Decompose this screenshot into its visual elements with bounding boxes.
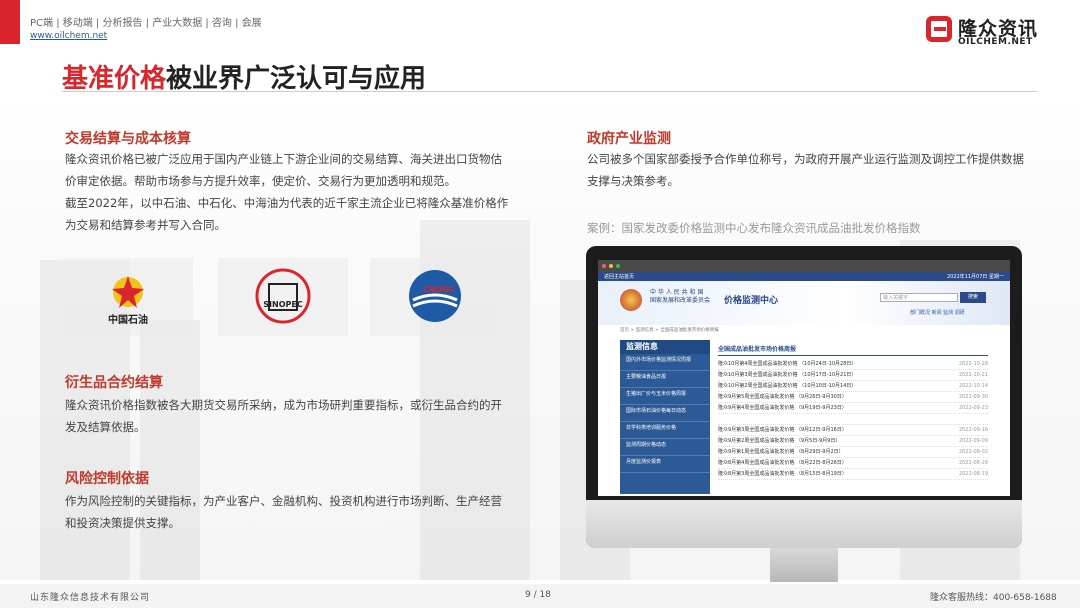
site-breadcrumb: 首页 > 监测信息 > 全国成品油批发市场价格周报 <box>620 328 719 333</box>
top-nav[interactable]: PC端 | 移动端 | 分析报告 | 产业大数据 | 咨询 | 会展 <box>30 14 262 29</box>
list-item-title: 隆众10月第4周全国成品油批发价格 （10月24日-10月28日） <box>718 361 857 367</box>
list-item <box>718 414 988 425</box>
petrochina-logo-card: 中国石油 <box>63 258 193 336</box>
list-item[interactable]: 隆众8月第4周全国成品油批发价格 （8月22日-8月26日） 2022-08-26 <box>718 458 988 469</box>
footer-company: 山东隆众信息技术有限公司 <box>30 593 151 603</box>
list-item[interactable]: 隆众10月第4周全国成品油批发价格 （10月24日-10月28日） 2022-10… <box>718 359 988 370</box>
monitor-stand <box>770 548 838 582</box>
list-item-title: 隆众9月第2周全国成品油批发价格 （9月5日-9月9日） <box>718 438 841 444</box>
subbar-home-link[interactable]: 返回主站首页 <box>604 273 634 280</box>
list-item-title: 隆众9月第1周全国成品油批发价格 （8月29日-9月2日） <box>718 449 844 455</box>
list-item-date: 2022-10-21 <box>958 372 988 378</box>
list-item[interactable]: 隆众9月第5周全国成品油批发价格 （9月26日-9月30日） 2022-09-30 <box>718 392 988 403</box>
sinopec-icon: SINOPEC <box>255 268 311 324</box>
monitor-screen: 返回主站首页 2022年11月07日 星期一 中 华 人 民 共 和 国国家发展… <box>598 260 1010 496</box>
list-item-date: 2022-10-28 <box>958 361 988 367</box>
side-menu-item[interactable]: 非学科类培训服务价格 <box>620 422 710 439</box>
sinopec-logo-card: SINOPEC <box>218 258 348 336</box>
footer-page-number: 9 / 18 <box>525 590 551 600</box>
risk-paragraph: 作为风险控制的关键指标，为产业客户、金融机构、投资机构进行市场判断、生产经营和投… <box>65 494 502 530</box>
site-title-line-1: 中 华 人 民 共 和 国 <box>650 289 704 296</box>
list-item-title: 隆众9月第3周全国成品油批发价格 （9月12日-9月16日） <box>718 427 847 433</box>
red-corner-accent <box>0 0 20 44</box>
list-item[interactable]: 隆众9月第3周全国成品油批发价格 （9月12日-9月16日） 2022-09-16 <box>718 425 988 436</box>
government-paragraph: 公司被多个国家部委授予合作单位称号，为政府开展产业运行监测及调控工作提供数据支撑… <box>587 152 1024 188</box>
price-report-list-header: 全国成品油批发市场价格周报 <box>718 344 988 356</box>
close-dot-icon[interactable] <box>602 264 606 268</box>
list-item-title: 隆众9月第4周全国成品油批发价格 （9月19日-9月23日） <box>718 405 847 411</box>
site-search-button[interactable]: 搜索 <box>960 292 986 303</box>
list-item-title: 隆众9月第5周全国成品油批发价格 （9月26日-9月30日） <box>718 394 847 400</box>
list-item-date: 2022-08-26 <box>958 460 988 466</box>
sinopec-name: SINOPEC <box>263 300 303 309</box>
section-heading-government: 政府产业监测 <box>587 131 671 147</box>
site-title-main: 价格监测中心 <box>724 296 779 306</box>
maximize-dot-icon[interactable] <box>616 264 620 268</box>
list-item[interactable]: 隆众9月第2周全国成品油批发价格 （9月5日-9月9日） 2022-09-09 <box>718 436 988 447</box>
title-divider <box>62 91 1037 92</box>
case-label: 案例：国家发改委价格监测中心发布隆众资讯成品油批发价格指数 <box>587 221 921 235</box>
list-item-date: 2022-10-14 <box>958 383 988 389</box>
logo-en-text: OILCHEM.NET <box>958 37 1033 47</box>
site-link[interactable]: www.oilchem.net <box>30 31 107 41</box>
petrochina-name: 中国石油 <box>108 313 148 326</box>
list-item-title: 隆众8月第3周全国成品油批发价格 （8月15日-8月19日） <box>718 471 847 477</box>
side-menu-item[interactable]: 国内外市场价格监测情况周报 <box>620 354 710 371</box>
title-highlight: 基准价格 <box>62 64 167 94</box>
section-heading-risk: 风险控制依据 <box>65 471 149 487</box>
list-item-date: 2022-08-19 <box>958 471 988 477</box>
site-title-small: 中 华 人 民 共 和 国国家发展和改革委员会 <box>650 289 710 305</box>
monitor-chin <box>586 500 1022 548</box>
footer-hotline: 隆众客服热线：400-658-1688 <box>930 593 1057 603</box>
list-item-title: 隆众10月第3周全国成品油批发价格 （10月17日-10月21日） <box>718 372 857 378</box>
derivatives-paragraph: 隆众资讯价格指数被各大期货交易所采纳，成为市场研判重要指标，或衍生品合约的开发及… <box>65 398 502 434</box>
cnooc-name: CNOOC <box>423 285 455 294</box>
site-body: 监测信息 国内外市场价格监测情况周报 主要粮油食品日报 生猪出厂价与玉米价格周报… <box>620 340 988 494</box>
settlement-paragraph-1: 隆众资讯价格已被广泛应用于国内产业链上下游企业间的交易结算、海关进出口货物估价审… <box>65 152 502 188</box>
list-item-title: 隆众8月第4周全国成品油批发价格 （8月22日-8月26日） <box>718 460 847 466</box>
cnooc-icon: CNOOC <box>409 270 461 322</box>
oilchem-logo[interactable]: 隆众资讯 OILCHEM.NET <box>926 12 1046 50</box>
side-menu-item[interactable]: 监测周期价格动态 <box>620 439 710 456</box>
page-title: 基准价格被业界广泛认可与应用 <box>62 58 426 95</box>
subbar-date: 2022年11月07日 星期一 <box>946 274 1004 280</box>
section-heading-settlement: 交易结算与成本核算 <box>65 131 191 147</box>
settlement-paragraph-2: 截至2022年，以中石油、中石化、中海油为代表的近千家主流企业已将隆众基准价格作… <box>65 196 509 232</box>
cnooc-logo-card: CNOOC <box>370 258 500 336</box>
list-item-date: 2022-09-02 <box>958 449 988 455</box>
section-heading-derivatives: 衍生品合约结算 <box>65 375 163 391</box>
list-item[interactable]: 隆众9月第4周全国成品油批发价格 （9月19日-9月23日） 2022-09-23 <box>718 403 988 414</box>
price-report-list: 全国成品油批发市场价格周报 隆众10月第4周全国成品油批发价格 （10月24日-… <box>718 344 988 480</box>
title-rest: 被业界广泛认可与应用 <box>166 64 427 94</box>
site-subbar: 返回主站首页 2022年11月07日 星期一 <box>598 272 1010 281</box>
national-emblem-icon <box>620 289 642 311</box>
side-menu-header: 监测信息 <box>620 340 710 354</box>
site-search-input[interactable]: 输入关键字 <box>880 293 958 302</box>
side-menu-item[interactable]: 国际市场石油价格每日动态 <box>620 405 710 422</box>
site-nav-links[interactable]: 部门概况 新闻 监测 调研 <box>910 309 965 316</box>
list-item-date: 2022-09-30 <box>958 394 988 400</box>
site-side-menu: 监测信息 国内外市场价格监测情况周报 主要粮油食品日报 生猪出厂价与玉米价格周报… <box>620 340 710 494</box>
list-item[interactable]: 隆众8月第3周全国成品油批发价格 （8月15日-8月19日） 2022-08-19 <box>718 469 988 480</box>
side-menu-item[interactable]: 月度监测价报表 <box>620 456 710 473</box>
side-menu-item[interactable]: 生猪出厂价与玉米价格周报 <box>620 388 710 405</box>
minimize-dot-icon[interactable] <box>609 264 613 268</box>
browser-toolbar <box>598 260 1010 272</box>
list-item[interactable]: 隆众10月第3周全国成品油批发价格 （10月17日-10月21日） 2022-10… <box>718 370 988 381</box>
list-item-date: 2022-09-09 <box>958 438 988 444</box>
list-item-date: 2022-09-23 <box>958 405 988 411</box>
list-item-title: 隆众10月第2周全国成品油批发价格 （10月10日-10月14日） <box>718 383 857 389</box>
list-item-date: 2022-09-16 <box>958 427 988 433</box>
list-item[interactable]: 隆众10月第2周全国成品油批发价格 （10月10日-10月14日） 2022-10… <box>718 381 988 392</box>
list-item[interactable]: 隆众9月第1周全国成品油批发价格 （8月29日-9月2日） 2022-09-02 <box>718 447 988 458</box>
logo-mark-icon <box>926 16 952 42</box>
site-header: 中 华 人 民 共 和 国国家发展和改革委员会 价格监测中心 输入关键字 搜索 … <box>598 281 1010 325</box>
petrochina-icon: 中国石油 <box>108 276 148 326</box>
side-menu-item[interactable]: 主要粮油食品日报 <box>620 371 710 388</box>
site-title-line-2: 国家发展和改革委员会 <box>650 297 711 304</box>
